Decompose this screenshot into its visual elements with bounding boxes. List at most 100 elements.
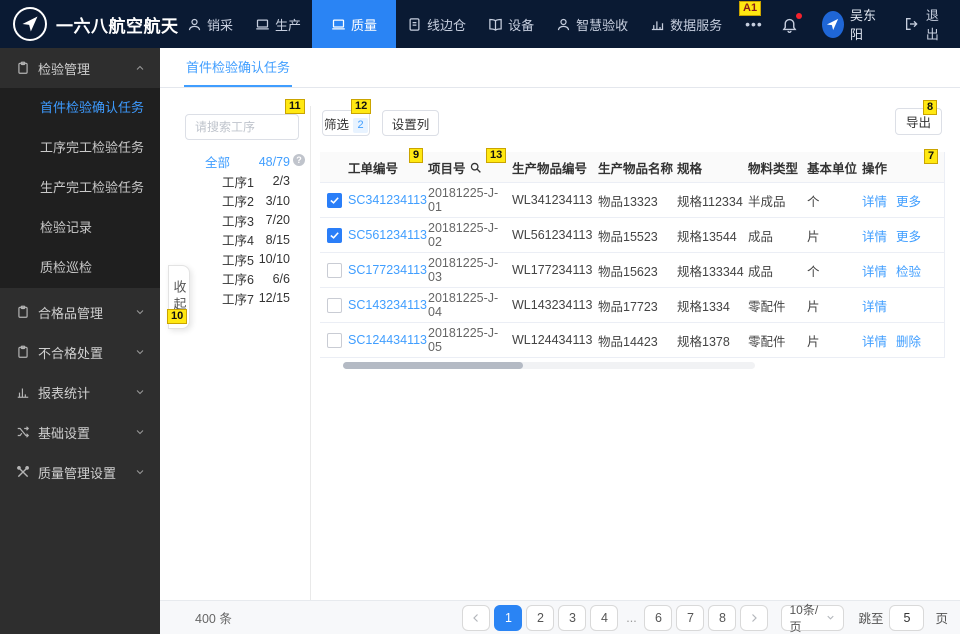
filter-item-process-2[interactable]: 工序2 3/10: [160, 191, 310, 211]
page-button-2[interactable]: 2: [526, 604, 555, 631]
page-button-1[interactable]: 1: [494, 604, 523, 631]
detail-link[interactable]: 详情: [862, 261, 887, 280]
page-button-6[interactable]: 6: [644, 604, 673, 631]
sidebar-item-first-article-inspection[interactable]: 首件检验确认任务: [0, 88, 160, 128]
row-checkbox[interactable]: [326, 297, 342, 313]
nav-item-equipment[interactable]: 设备: [477, 0, 545, 48]
inspect-link[interactable]: 检验: [896, 261, 921, 280]
sidebar-group-qualified-products[interactable]: 合格品管理: [0, 292, 160, 332]
sidebar-group-nonconforming-disposal[interactable]: 不合格处置: [0, 332, 160, 372]
user-icon: [187, 17, 202, 32]
row-checkbox[interactable]: [326, 192, 342, 208]
header-spec[interactable]: 规格: [677, 158, 748, 177]
nav-item-line-warehouse[interactable]: 线边仓: [396, 0, 477, 48]
search-process-input[interactable]: [185, 114, 299, 140]
nav-item-production[interactable]: 生产: [244, 0, 312, 48]
chevron-down-icon: [134, 386, 146, 398]
page-button-8[interactable]: 8: [708, 604, 737, 631]
panel-divider: [310, 106, 311, 600]
clipboard-icon: [16, 345, 30, 359]
clipboard-icon: [16, 61, 30, 75]
scrollbar-thumb[interactable]: [343, 362, 523, 369]
detail-link[interactable]: 详情: [862, 331, 887, 350]
sidebar-item-quality-patrol[interactable]: 质检巡检: [0, 248, 160, 288]
sidebar-item-production-completion-inspection[interactable]: 生产完工检验任务: [0, 168, 160, 208]
header-item-code[interactable]: 生产物品编号: [512, 158, 598, 177]
avatar: [821, 10, 844, 38]
more-link[interactable]: 更多: [896, 226, 921, 245]
tab-bar: 首件检验确认任务: [160, 48, 960, 88]
sidebar-item-process-completion-inspection[interactable]: 工序完工检验任务: [0, 128, 160, 168]
order-no-link[interactable]: SC143234113: [348, 298, 427, 312]
set-columns-button[interactable]: 设置列: [382, 110, 439, 136]
horizontal-scrollbar[interactable]: [343, 362, 755, 369]
logout-button[interactable]: 退出: [904, 5, 944, 43]
row-checkbox[interactable]: [326, 227, 342, 243]
annotation-badge-10: 10: [167, 309, 188, 324]
prev-page-button[interactable]: [462, 604, 491, 631]
nav-item-smart-acceptance[interactable]: 智慧验收: [545, 0, 639, 48]
user-icon: [556, 17, 571, 32]
page-ellipsis[interactable]: ...: [622, 611, 640, 625]
delete-link[interactable]: 删除: [896, 331, 921, 350]
detail-link[interactable]: 详情: [862, 226, 887, 245]
notification-bell-icon[interactable]: [771, 12, 808, 33]
page-button-4[interactable]: 4: [590, 604, 619, 631]
annotation-badge-9: 9: [409, 148, 424, 163]
brand: 一六八航空航天: [0, 7, 179, 41]
user-menu[interactable]: 吴东阳: [821, 5, 882, 43]
page-button-7[interactable]: 7: [676, 604, 705, 631]
brand-name: 一六八航空航天: [56, 16, 179, 36]
filter-item-process-1[interactable]: 工序1 2/3: [160, 172, 310, 192]
chevron-down-icon: [134, 346, 146, 358]
nav-item-quality[interactable]: 质量: [312, 0, 397, 48]
company-logo-icon: [13, 7, 47, 41]
shuffle-icon: [16, 425, 30, 439]
header-item-name[interactable]: 生产物品名称: [598, 158, 677, 177]
page-button-3[interactable]: 3: [558, 604, 587, 631]
sidebar-group-inspection-management[interactable]: 检验管理: [0, 48, 160, 88]
filter-item-process-4[interactable]: 工序4 8/15: [160, 230, 310, 250]
chevron-down-icon: [134, 466, 146, 478]
tab-first-article-inspection[interactable]: 首件检验确认任务: [184, 48, 293, 87]
search-icon[interactable]: [469, 161, 482, 174]
jump-page-input[interactable]: [889, 604, 925, 631]
pagination: 1 2 3 4 ... 6 7 8 10条/页 跳至 页: [462, 603, 948, 634]
detail-link[interactable]: 详情: [862, 191, 887, 210]
order-no-link[interactable]: SC124434113: [348, 333, 427, 347]
order-no-link[interactable]: SC177234113: [348, 263, 427, 277]
clipboard-icon: [16, 305, 30, 319]
annotation-badge-12: 12: [351, 99, 372, 114]
order-no-link[interactable]: SC561234113: [348, 228, 427, 242]
table-row: SC177234113 20181225-J-03 WL177234113 物品…: [320, 253, 944, 288]
tools-icon: [16, 465, 30, 479]
nav-item-data-service[interactable]: 数据服务: [639, 0, 733, 48]
table-row: SC341234113 20181225-J-01 WL341234113 物品…: [320, 183, 944, 218]
sidebar-group-basic-settings[interactable]: 基础设置: [0, 412, 160, 452]
next-page-button[interactable]: [740, 604, 769, 631]
sidebar-group-quality-management-settings[interactable]: 质量管理设置: [0, 452, 160, 492]
monitor-icon: [331, 17, 346, 32]
nav-item-sales[interactable]: 销采: [176, 0, 244, 48]
table-row: SC561234113 20181225-J-02 WL561234113 物品…: [320, 218, 944, 253]
task-table: 工单编号 项目号 生产物品编号 生产物品名称 规格 物料类型 基本单位 操作 S…: [320, 152, 945, 358]
sidebar-group-report-statistics[interactable]: 报表统计: [0, 372, 160, 412]
filter-item-all[interactable]: 全部 48/79: [160, 152, 310, 172]
more-icon[interactable]: •••: [737, 16, 771, 32]
header-unit[interactable]: 基本单位: [807, 158, 862, 177]
annotation-badge-7: 7: [924, 149, 939, 164]
filter-item-process-3[interactable]: 工序3 7/20: [160, 211, 310, 231]
document-icon: [407, 17, 422, 32]
detail-link[interactable]: 详情: [862, 296, 887, 315]
page-unit-label: 页: [935, 612, 948, 626]
row-checkbox[interactable]: [326, 262, 342, 278]
sidebar-item-inspection-records[interactable]: 检验记录: [0, 208, 160, 248]
chevron-down-icon: [134, 306, 146, 318]
order-no-link[interactable]: SC341234113: [348, 193, 427, 207]
help-icon[interactable]: ?: [293, 154, 305, 166]
row-checkbox[interactable]: [326, 332, 342, 348]
top-navbar: 一六八航空航天 销采 生产 质量 线边仓 设备 智慧验收 数据服务 ••• 吴东…: [0, 0, 960, 48]
header-material-type[interactable]: 物料类型: [748, 158, 807, 177]
more-link[interactable]: 更多: [896, 191, 921, 210]
page-size-select[interactable]: 10条/页: [781, 603, 845, 634]
